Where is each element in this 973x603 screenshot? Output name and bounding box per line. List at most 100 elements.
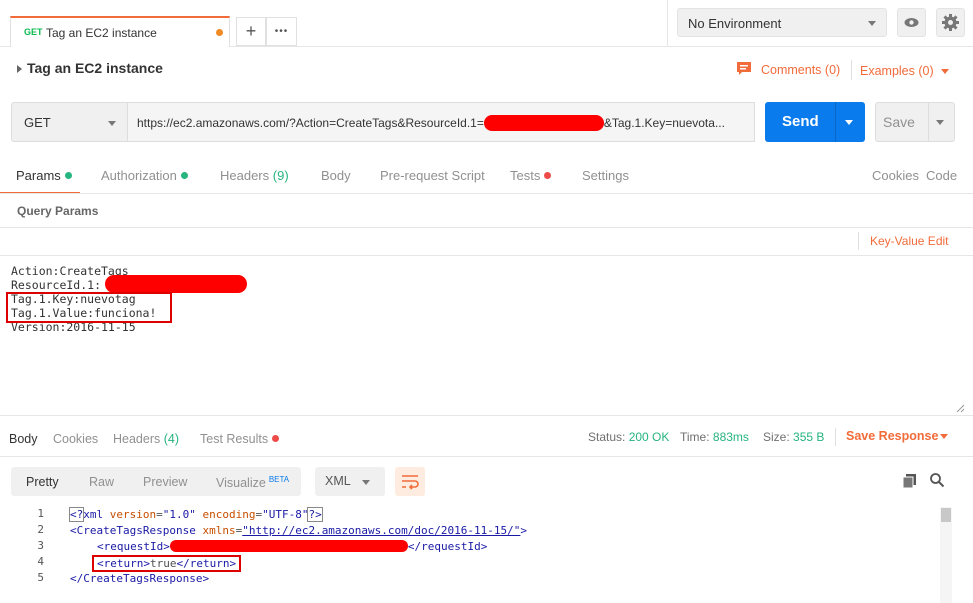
save-button[interactable]: Save bbox=[875, 102, 955, 142]
response-size: Size: 355 B bbox=[763, 430, 824, 444]
divider bbox=[0, 415, 973, 416]
code-line-1: <?xml version="1.0" encoding="UTF-8"?> bbox=[68, 507, 323, 523]
tab-settings[interactable]: Settings bbox=[582, 168, 629, 183]
url-text: https://ec2.amazonaws.com/?Action=Create… bbox=[137, 115, 725, 131]
wrap-lines-icon bbox=[402, 475, 419, 490]
scrollbar-thumb[interactable] bbox=[941, 508, 951, 522]
view-pretty-button[interactable]: Pretty bbox=[26, 475, 59, 489]
request-name[interactable]: Tag an EC2 instance bbox=[27, 60, 163, 76]
environment-settings-button[interactable] bbox=[936, 8, 965, 37]
request-tab-method: GET bbox=[24, 27, 43, 37]
chevron-down-icon bbox=[362, 480, 370, 485]
chevron-down-icon bbox=[940, 434, 948, 439]
environment-quick-look-button[interactable] bbox=[897, 8, 926, 37]
tab-headers-label: Headers bbox=[220, 168, 270, 183]
collapse-caret-icon[interactable] bbox=[17, 65, 22, 73]
status-dot-icon bbox=[64, 172, 72, 179]
save-response-button[interactable]: Save Response bbox=[846, 429, 938, 443]
resize-handle-icon[interactable] bbox=[955, 403, 965, 413]
xml-tag: <CreateTagsResponse bbox=[70, 524, 196, 537]
time-label: Time: bbox=[680, 430, 710, 444]
line-number: 1 bbox=[37, 507, 44, 520]
tab-response-body[interactable]: Body bbox=[9, 432, 38, 446]
send-button-label: Send bbox=[782, 113, 819, 130]
highlight-box bbox=[6, 292, 172, 323]
xml-decl-open: <? bbox=[68, 507, 85, 522]
tab-tests-label: Tests bbox=[510, 168, 541, 183]
key-value-edit-link[interactable]: Key-Value Edit bbox=[870, 234, 949, 248]
tab-response-headers[interactable]: Headers (4) bbox=[113, 432, 179, 446]
request-tab[interactable]: GET Tag an EC2 instance bbox=[10, 16, 230, 47]
response-time: Time: 883ms bbox=[680, 430, 749, 444]
chevron-down-icon bbox=[108, 121, 116, 126]
method-select[interactable]: GET bbox=[11, 102, 128, 142]
xml-text: true bbox=[149, 557, 177, 570]
status-label: Status: bbox=[588, 430, 626, 444]
xml-tag: </requestId> bbox=[407, 540, 488, 553]
line-number: 5 bbox=[37, 571, 44, 584]
view-preview-button[interactable]: Preview bbox=[143, 475, 187, 489]
examples-link[interactable]: Examples (0) bbox=[860, 64, 934, 78]
xml-decl-close: ?> bbox=[307, 507, 323, 522]
new-tab-button[interactable]: + bbox=[236, 17, 266, 46]
tab-pre-request-script[interactable]: Pre-request Script bbox=[380, 168, 485, 183]
tab-test-results[interactable]: Test Results bbox=[200, 432, 280, 446]
divider bbox=[858, 232, 859, 250]
tab-headers[interactable]: Headers (9) bbox=[220, 168, 289, 183]
format-select[interactable]: XML bbox=[315, 467, 385, 496]
tab-params-label: Params bbox=[16, 168, 61, 183]
tab-params[interactable]: Params bbox=[16, 168, 72, 183]
tab-authorization-label: Authorization bbox=[101, 168, 177, 183]
search-icon[interactable] bbox=[929, 472, 945, 488]
save-button-label: Save bbox=[883, 114, 915, 130]
divider bbox=[835, 102, 836, 142]
code-link[interactable]: Code bbox=[926, 168, 957, 183]
divider bbox=[0, 456, 973, 457]
format-select-value: XML bbox=[325, 474, 351, 488]
size-value: 355 B bbox=[793, 430, 825, 444]
send-button[interactable]: Send bbox=[765, 102, 865, 142]
xml-tag: <return> bbox=[97, 557, 150, 570]
url-prefix: https://ec2.amazonaws.com/?Action=Create… bbox=[137, 116, 484, 130]
save-options-chevron-icon[interactable] bbox=[936, 120, 944, 125]
redaction-mark bbox=[169, 540, 408, 552]
tab-tests[interactable]: Tests bbox=[510, 168, 552, 183]
cookies-link[interactable]: Cookies bbox=[872, 168, 919, 183]
tab-headers-count: (9) bbox=[272, 168, 289, 183]
view-visualize-button[interactable]: Visualize BETA bbox=[216, 475, 289, 490]
tab-response-headers-label: Headers bbox=[113, 432, 161, 446]
eye-icon bbox=[904, 18, 919, 27]
redaction-mark bbox=[105, 275, 247, 293]
url-input[interactable]: https://ec2.amazonaws.com/?Action=Create… bbox=[128, 102, 755, 142]
line-number: 2 bbox=[37, 523, 44, 536]
environment-select-value: No Environment bbox=[688, 16, 782, 31]
xml-val: "UTF-8" bbox=[262, 508, 309, 521]
environment-select[interactable]: No Environment bbox=[677, 8, 887, 37]
code-line-4: <return>true</return> bbox=[92, 555, 242, 572]
status-dot-icon bbox=[544, 172, 552, 179]
copy-icon[interactable] bbox=[902, 473, 918, 489]
comments-link[interactable]: Comments (0) bbox=[761, 63, 840, 77]
chevron-down-icon bbox=[868, 21, 876, 26]
xml-val: "1.0" bbox=[162, 508, 196, 521]
tab-authorization[interactable]: Authorization bbox=[101, 168, 188, 183]
xml-tag: > bbox=[520, 524, 527, 537]
send-options-chevron-icon[interactable] bbox=[845, 120, 853, 125]
status-dot-icon bbox=[272, 435, 280, 442]
divider bbox=[928, 103, 929, 141]
status-value: 200 OK bbox=[628, 430, 670, 444]
xmlns-link[interactable]: "http://ec2.amazonaws.com/doc/2016-11-15… bbox=[242, 524, 520, 537]
wrap-lines-button[interactable] bbox=[395, 467, 425, 496]
tab-more-button[interactable]: ••• bbox=[266, 17, 297, 46]
time-value: 883ms bbox=[712, 430, 749, 444]
url-suffix: &Tag.1.Key=nuevota... bbox=[603, 116, 725, 130]
status-dot-icon bbox=[180, 172, 188, 179]
tab-body[interactable]: Body bbox=[321, 168, 351, 183]
xml-tag: </return> bbox=[176, 557, 237, 570]
divider bbox=[851, 60, 852, 80]
xml-eq: = bbox=[156, 508, 163, 521]
xml-tag: <requestId> bbox=[97, 540, 170, 553]
tab-response-cookies[interactable]: Cookies bbox=[53, 432, 98, 446]
view-raw-button[interactable]: Raw bbox=[89, 475, 114, 489]
request-tab-title: Tag an EC2 instance bbox=[46, 26, 157, 40]
